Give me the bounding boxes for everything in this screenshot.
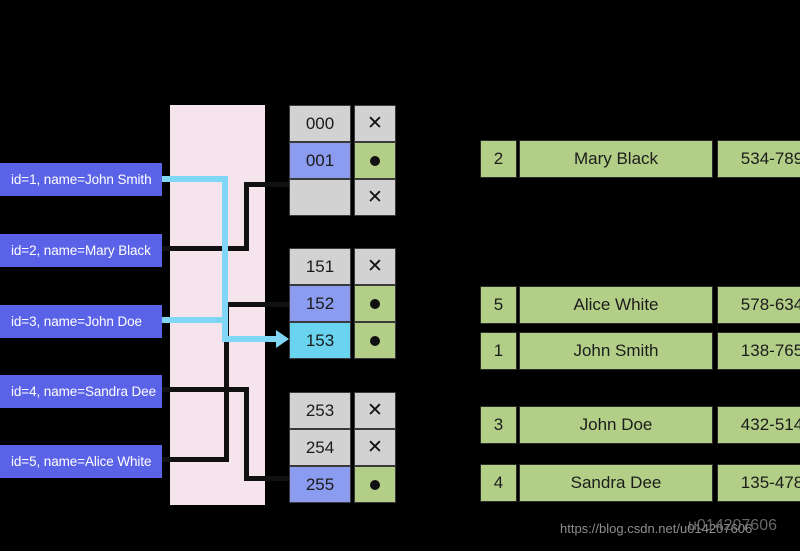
key-label-text: id=3, name=John Doe	[11, 314, 142, 329]
record-phone-cell: 138-765	[717, 332, 800, 370]
key-label-text: id=1, name=John Smith	[11, 172, 152, 187]
bucket-occupied-icon	[354, 285, 396, 322]
connector-john-doe-horizontal	[161, 317, 228, 323]
cross-icon: ✕	[367, 437, 383, 458]
record-id-cell-text: 4	[493, 473, 504, 492]
record-name-cell-text: John Smith	[573, 341, 659, 360]
record-phone-cell-text: 578-634	[740, 295, 800, 314]
dot-icon	[370, 298, 380, 309]
key-label-text: id=4, name=Sandra Dee	[11, 384, 157, 399]
key-mary-black: id=2, name=Mary Black	[0, 234, 162, 267]
cross-icon: ✕	[367, 400, 383, 421]
bucket-index-label: 153	[305, 330, 335, 350]
hash-table-diagram: id=1, name=John Smith id=2, name=Mary Bla…	[0, 0, 800, 551]
bucket-occupied-icon	[354, 322, 396, 359]
bucket-index-cell: 001	[289, 142, 351, 179]
key-sandra-dee: id=4, name=Sandra Dee	[0, 375, 162, 408]
key-label-text: id=2, name=Mary Black	[11, 243, 151, 258]
record-phone-cell-text: 432-514	[740, 415, 800, 434]
connector-alice-white-horizontal-out	[224, 302, 289, 307]
record-phone-cell: 534-789	[717, 140, 800, 178]
key-john-smith: id=1, name=John Smith	[0, 163, 162, 196]
record-id-cell: 3	[480, 406, 517, 444]
bucket-index-cell: 253	[289, 392, 351, 429]
record-phone-cell: 432-514	[717, 406, 800, 444]
record-phone-cell-text: 138-765	[740, 341, 800, 360]
connector-mary-black-horizontal-in	[161, 246, 249, 251]
bucket-index-cell	[289, 179, 351, 216]
record-id-cell: 2	[480, 140, 517, 178]
bucket-index-label: 151	[305, 256, 335, 276]
record-phone-cell-text: 135-478	[740, 473, 800, 492]
dot-icon	[370, 479, 380, 490]
bucket-index-label: 000	[305, 113, 335, 133]
connector-mary-black-vertical	[244, 182, 249, 251]
arrowhead-to-bucket-153	[276, 330, 289, 348]
record-id-cell-text: 3	[493, 415, 504, 434]
bucket-index-cell: 254	[289, 429, 351, 466]
record-name-cell: Sandra Dee	[519, 464, 713, 502]
connector-hash-vertical	[222, 176, 228, 339]
bucket-empty-icon: ✕	[354, 105, 396, 142]
bucket-occupied-icon	[354, 466, 396, 503]
record-id-cell: 5	[480, 286, 517, 324]
key-label-text: id=5, name=Alice White	[11, 454, 152, 469]
record-name-cell: Mary Black	[519, 140, 713, 178]
record-name-cell: John Smith	[519, 332, 713, 370]
record-name-cell-text: Alice White	[573, 295, 659, 314]
record-id-cell: 1	[480, 332, 517, 370]
record-phone-cell: 135-478	[717, 464, 800, 502]
bucket-index-label: 254	[305, 437, 335, 457]
connector-to-bucket-153	[222, 336, 278, 342]
connector-alice-white-horizontal-in	[161, 457, 229, 462]
record-id-cell-text: 2	[493, 149, 504, 168]
bucket-index-cell: 151	[289, 248, 351, 285]
record-id-cell-text: 5	[493, 295, 504, 314]
bucket-empty-icon: ✕	[354, 179, 396, 216]
record-id-cell-text: 1	[493, 341, 504, 360]
cross-icon: ✕	[367, 256, 383, 277]
record-name-cell-text: Sandra Dee	[570, 473, 662, 492]
bucket-index-cell: 000	[289, 105, 351, 142]
connector-sandra-dee-horizontal-out	[244, 476, 289, 481]
key-alice-white: id=5, name=Alice White	[0, 445, 162, 478]
record-name-cell-text: Mary Black	[573, 149, 659, 168]
cross-icon: ✕	[367, 113, 383, 134]
bucket-index-label: 253	[305, 400, 335, 420]
dot-icon	[370, 155, 380, 166]
connector-sandra-dee-horizontal-in	[161, 387, 249, 392]
bucket-index-label: 255	[305, 474, 335, 494]
key-john-doe: id=3, name=John Doe	[0, 305, 162, 338]
bucket-empty-icon: ✕	[354, 248, 396, 285]
bucket-empty-icon: ✕	[354, 429, 396, 466]
record-phone-cell: 578-634	[717, 286, 800, 324]
bucket-occupied-icon	[354, 142, 396, 179]
record-name-cell: Alice White	[519, 286, 713, 324]
connector-mary-black-horizontal-out	[244, 182, 289, 187]
record-name-cell-text: John Doe	[579, 415, 653, 434]
record-phone-cell-text: 534-789	[740, 149, 800, 168]
record-name-cell: John Doe	[519, 406, 713, 444]
bucket-empty-icon: ✕	[354, 392, 396, 429]
bucket-index-label: 152	[305, 293, 335, 313]
watermark-ghost-text: u014207606	[688, 517, 777, 534]
bucket-index-cell: 153	[289, 322, 351, 359]
record-id-cell: 4	[480, 464, 517, 502]
bucket-index-label: 001	[305, 150, 335, 170]
bucket-index-cell: 152	[289, 285, 351, 322]
cross-icon: ✕	[367, 187, 383, 208]
connector-sandra-dee-vertical	[244, 387, 249, 481]
connector-john-smith-horizontal	[161, 176, 228, 182]
bucket-index-cell: 255	[289, 466, 351, 503]
dot-icon	[370, 335, 380, 346]
